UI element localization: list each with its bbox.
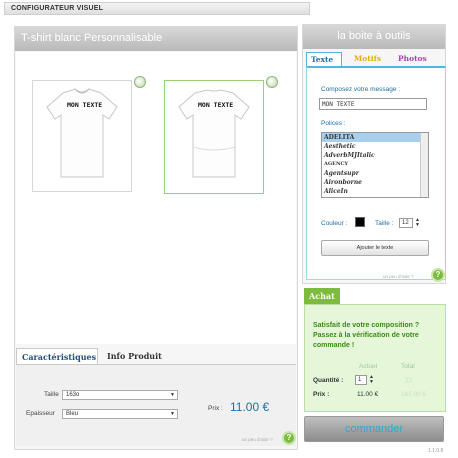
tshirt-front-icon: [46, 88, 118, 178]
app-title-bar: CONFIGURATEUR VISUEL: [4, 2, 310, 15]
add-text-button[interactable]: Ajouter le texte: [321, 240, 429, 256]
tab-caracteristiques[interactable]: Caractéristiques: [16, 348, 98, 364]
back-shirt-text[interactable]: MON TEXTE: [198, 101, 233, 109]
price-value: 11.00 €: [230, 400, 270, 414]
help-icon[interactable]: ?: [282, 431, 296, 445]
font-item[interactable]: AdverbMJItalic: [322, 151, 428, 160]
chevron-down-icon: ▼: [170, 392, 175, 398]
font-item[interactable]: Agentsupr: [322, 169, 428, 178]
toolbox-title: la boite à outils: [303, 25, 445, 49]
thickness-label: Epaisseur: [26, 410, 55, 417]
font-item[interactable]: ADELITA: [322, 133, 428, 142]
app-title: CONFIGURATEUR VISUEL: [11, 5, 104, 12]
quantity-total: 12: [405, 377, 413, 384]
font-item[interactable]: AGENCY: [322, 160, 428, 169]
specs-panel: Taille 163o ▼ Epaisseur Bleu ▼ Prix : 11…: [16, 364, 296, 446]
text-tool-panel: Composez votre message : MON TEXTE Polic…: [306, 66, 446, 282]
text-size-input[interactable]: 12: [399, 218, 413, 228]
font-list-scrollbar[interactable]: [420, 133, 428, 197]
front-view-thumbnail[interactable]: MON TEXTE: [32, 80, 132, 192]
font-list[interactable]: ADELITA Aesthetic AdverbMJItalic AGENCY …: [321, 132, 429, 198]
product-canvas: MON TEXTE MON TEXTE: [16, 52, 296, 344]
quantity-stepper[interactable]: ▲ ▼: [369, 375, 374, 385]
help-hint: un peu d'aide ?: [242, 437, 273, 442]
tab-texte[interactable]: Texte: [306, 52, 342, 66]
tab-info-produit[interactable]: Info Produit: [102, 348, 168, 364]
chevron-down-icon: ▼: [170, 411, 175, 417]
toolbox-help-hint: un peu d'aide ?: [383, 274, 414, 279]
col-actual: Actuel: [359, 363, 378, 370]
fonts-label: Polices :: [321, 120, 346, 127]
product-title: T-shirt blanc Personnalisable: [15, 27, 297, 51]
order-button[interactable]: commander: [304, 416, 444, 442]
zoom-front-icon[interactable]: [134, 76, 146, 88]
toolbox-help-icon[interactable]: ?: [431, 268, 445, 282]
color-label: Couleur :: [321, 220, 348, 227]
purchase-price-label: Prix :: [313, 391, 330, 398]
text-size-stepper[interactable]: ▲ ▼: [415, 218, 420, 228]
price-label: Prix :: [208, 405, 223, 412]
achat-tab-row: Achat: [302, 288, 446, 304]
purchase-message: Satisfait de votre composition ? Passez …: [313, 322, 420, 349]
text-size-label: Taille :: [375, 220, 394, 227]
quantity-input[interactable]: 1: [355, 375, 367, 385]
tshirt-back-icon: [178, 89, 250, 178]
tab-motifs[interactable]: Motifs: [350, 52, 382, 66]
message-input[interactable]: MON TEXTE: [319, 98, 427, 110]
color-swatch[interactable]: [355, 217, 365, 227]
font-item[interactable]: Aesthetic: [322, 142, 428, 151]
quantity-label: Quantité :: [313, 377, 344, 384]
product-tabs: Caractéristiques Info Produit: [16, 348, 296, 364]
tab-photos[interactable]: Photos: [394, 52, 430, 66]
toolbox-tabs: Texte Motifs Photos: [304, 52, 444, 66]
purchase-panel: Satisfait de votre composition ? Passez …: [304, 304, 446, 412]
thickness-select-value: Bleu: [66, 411, 79, 417]
front-shirt-text[interactable]: MON TEXTE: [67, 101, 102, 109]
message-label: Composez votre message :: [321, 86, 401, 93]
size-select[interactable]: 163o ▼: [62, 390, 178, 400]
font-item[interactable]: Aironborne: [322, 178, 428, 187]
price-total: 165.00 €: [401, 391, 427, 398]
version-label: 1.1.0.8: [428, 448, 444, 454]
back-view-thumbnail[interactable]: MON TEXTE: [164, 80, 264, 194]
size-label: Taille: [44, 391, 59, 398]
size-select-value: 163o: [66, 392, 80, 398]
tab-achat[interactable]: Achat: [304, 288, 340, 304]
thickness-select[interactable]: Bleu ▼: [62, 409, 178, 419]
col-total: Total: [401, 363, 415, 370]
price-actual: 11.00 €: [357, 391, 379, 398]
font-item[interactable]: AliceIn: [322, 187, 428, 196]
zoom-back-icon[interactable]: [266, 76, 278, 88]
